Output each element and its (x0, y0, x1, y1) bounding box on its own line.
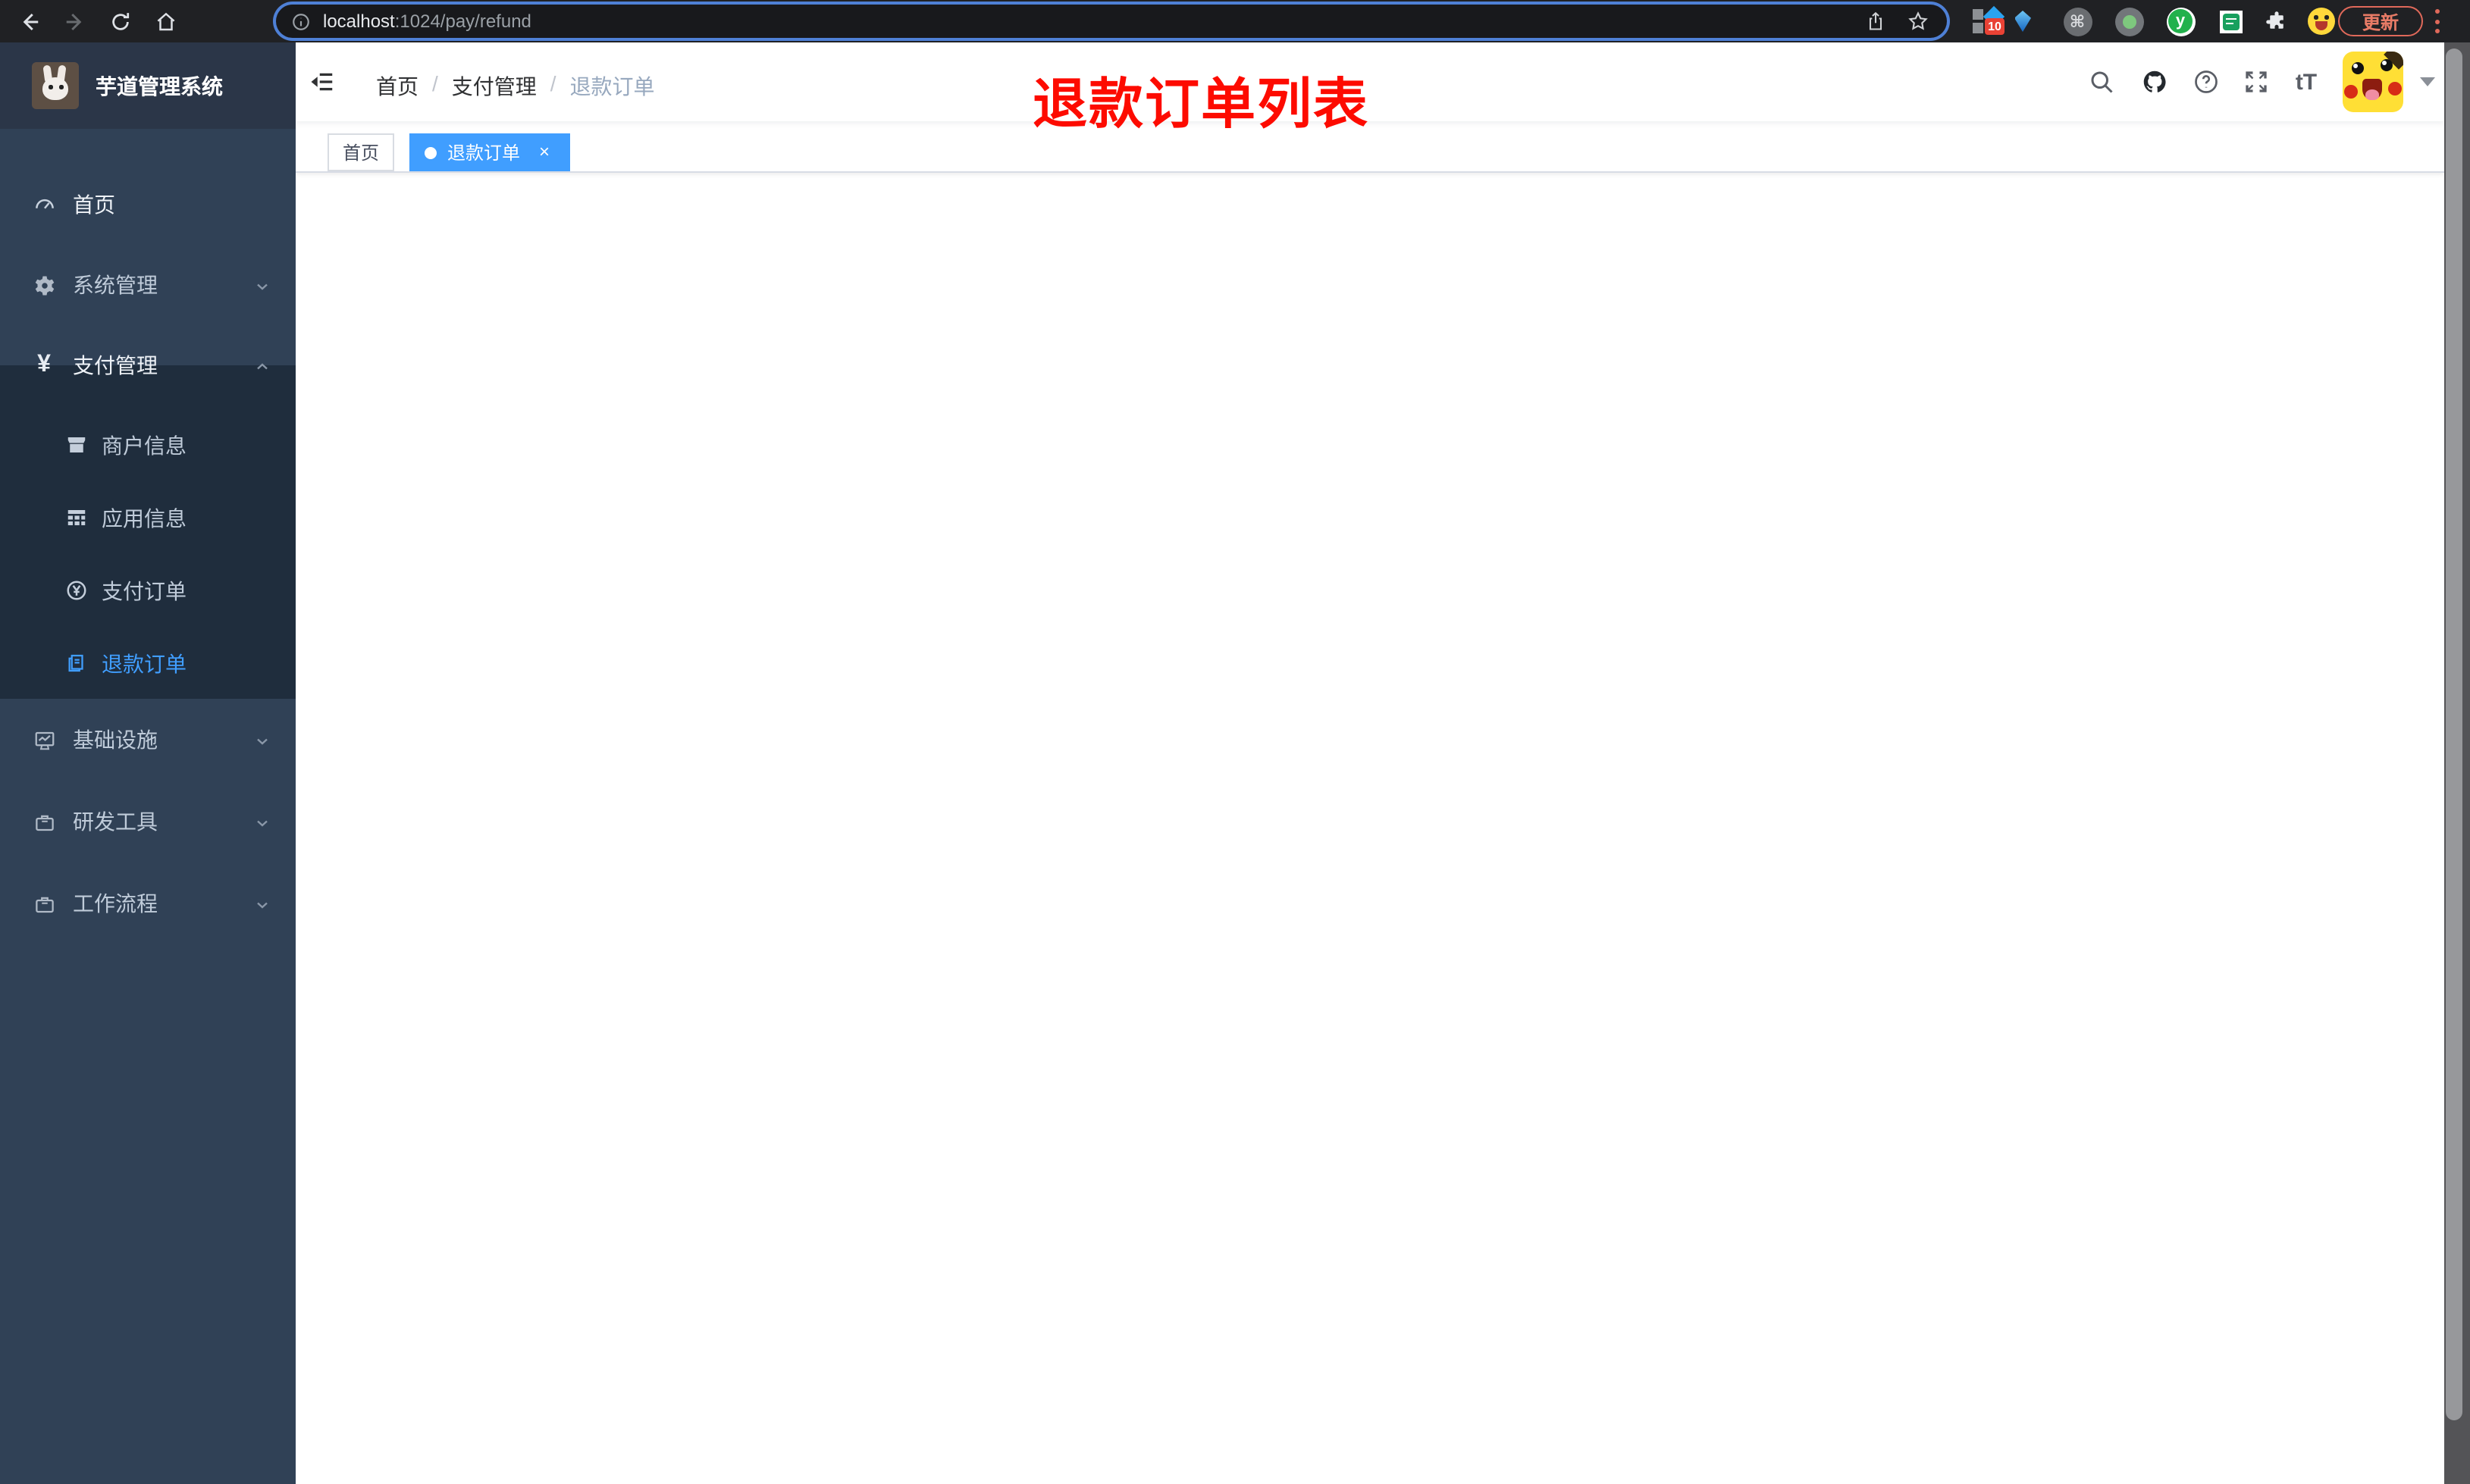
yen-circle-icon (64, 578, 88, 603)
sidebar-item-home[interactable]: 首页 (0, 167, 296, 243)
site-info-icon[interactable] (291, 11, 311, 31)
breadcrumb-separator: / (432, 71, 438, 95)
update-label: 更新 (2362, 11, 2399, 33)
tag-refund-order[interactable]: 退款订单 × (409, 133, 571, 171)
monitor-chart-icon (32, 728, 56, 752)
toolbox-icon (32, 809, 56, 834)
sidebar-item-merchant-info[interactable]: 商户信息 (0, 408, 296, 482)
avatar-dropdown-caret[interactable] (2420, 77, 2435, 86)
sidebar-item-label: 退款订单 (102, 651, 187, 675)
sidebar-item-pay[interactable]: ¥ 支付管理 (0, 327, 296, 403)
breadcrumb: 首页 / 支付管理 / 退款订单 (376, 71, 655, 102)
fullscreen-icon[interactable] (2240, 65, 2273, 99)
breadcrumb-current: 退款订单 (569, 74, 655, 99)
sidebar-item-label: 支付订单 (102, 578, 187, 603)
sidebar-item-pay-order[interactable]: 支付订单 (0, 553, 296, 628)
browser-menu-icon[interactable] (2435, 9, 2441, 39)
sidebar-collapse-icon[interactable] (308, 68, 335, 95)
user-avatar[interactable] (2343, 52, 2403, 112)
window-scrollbar-track (2444, 42, 2470, 1484)
extension-y-icon[interactable]: y (2165, 6, 2196, 36)
app-logo (32, 62, 79, 109)
document-icon (64, 651, 88, 675)
extension-kite-icon[interactable] (2008, 6, 2038, 36)
sidebar-item-app-info[interactable]: 应用信息 (0, 481, 296, 555)
breadcrumb-pay[interactable]: 支付管理 (452, 71, 537, 102)
address-bar[interactable]: localhost:1024/pay/refund (276, 5, 1947, 38)
url-path: :1024/pay/refund (394, 11, 531, 32)
sidebar-item-label: 系统管理 (73, 273, 158, 297)
tags-view-bar: 首页 退款订单 × (296, 121, 2444, 173)
breadcrumb-separator: / (550, 71, 556, 95)
app-title: 芋道管理系统 (96, 74, 223, 98)
browser-home-icon[interactable] (152, 8, 179, 35)
sidebar-item-infra[interactable]: 基础设施 (0, 702, 296, 778)
extension-command-icon[interactable]: ⌘ (2062, 6, 2092, 36)
briefcase-icon (32, 891, 56, 916)
font-size-icon[interactable]: tT (2290, 65, 2323, 99)
extension-tampermonkey-icon[interactable]: 10 (1971, 5, 2005, 36)
sidebar-item-label: 支付管理 (73, 353, 158, 377)
window-scrollbar-thumb[interactable] (2446, 49, 2462, 1420)
sidebar-item-system[interactable]: 系统管理 (0, 247, 296, 323)
app-logo-bar[interactable]: 芋道管理系统 (0, 42, 296, 129)
tag-label: 退款订单 (447, 142, 521, 164)
chevron-down-icon (253, 894, 271, 913)
bookmark-star-icon[interactable] (1907, 11, 1929, 32)
tag-close-icon[interactable]: × (534, 141, 555, 163)
browser-update-button[interactable]: 更新 (2338, 6, 2423, 36)
grid-table-icon (64, 506, 88, 530)
chevron-up-icon (253, 356, 271, 374)
extension-badge: 10 (1985, 18, 2005, 35)
url-host: localhost (323, 11, 395, 32)
chevron-down-icon (253, 276, 271, 294)
sidebar-item-refund-order[interactable]: 退款订单 (0, 626, 296, 700)
extension-emoji-icon[interactable] (2306, 6, 2337, 36)
sidebar-item-label: 首页 (73, 193, 115, 217)
tag-label: 首页 (343, 142, 380, 164)
tag-home[interactable]: 首页 (328, 133, 395, 171)
breadcrumb-home[interactable]: 首页 (376, 71, 418, 102)
dashboard-icon (32, 193, 56, 217)
extension-chat-icon[interactable] (2215, 6, 2246, 36)
page-annotation-title: 退款订单列表 (1033, 73, 1370, 135)
sidebar-item-label: 基础设施 (73, 728, 158, 752)
yen-icon: ¥ (37, 352, 51, 377)
storefront-icon (64, 433, 88, 457)
extension-green-dot-icon[interactable] (2114, 6, 2144, 36)
browser-toolbar: localhost:1024/pay/refund 10 ⌘ y 更新 (0, 0, 2470, 42)
active-tag-dot (425, 146, 437, 158)
page-content (296, 173, 2444, 1484)
help-icon[interactable] (2189, 65, 2223, 99)
extensions-puzzle-icon[interactable] (2261, 6, 2291, 36)
browser-reload-icon[interactable] (106, 8, 133, 35)
sidebar-item-label: 商户信息 (102, 433, 187, 457)
font-size-icon-text: tT (2295, 69, 2318, 95)
browser-forward-icon[interactable] (61, 8, 88, 35)
browser-back-icon[interactable] (15, 8, 42, 35)
sidebar: 芋道管理系统 首页 系统管理 ¥ 支付管理 商户信息 应用信息 支付订单 退款订… (0, 42, 296, 1484)
screen: localhost:1024/pay/refund 10 ⌘ y 更新 芋道管理… (0, 0, 2470, 1484)
url-text[interactable]: localhost:1024/pay/refund (323, 11, 531, 32)
gear-icon (32, 273, 56, 297)
share-icon[interactable] (1865, 11, 1886, 32)
sidebar-item-label: 研发工具 (73, 809, 158, 834)
sidebar-item-label: 应用信息 (102, 506, 187, 530)
chevron-down-icon (253, 731, 271, 749)
sidebar-item-devtools[interactable]: 研发工具 (0, 784, 296, 859)
header-search-icon[interactable] (2085, 65, 2118, 99)
sidebar-item-workflow[interactable]: 工作流程 (0, 866, 296, 941)
chevron-down-icon (253, 812, 271, 831)
github-icon[interactable] (2138, 65, 2171, 99)
sidebar-item-label: 工作流程 (73, 891, 158, 916)
